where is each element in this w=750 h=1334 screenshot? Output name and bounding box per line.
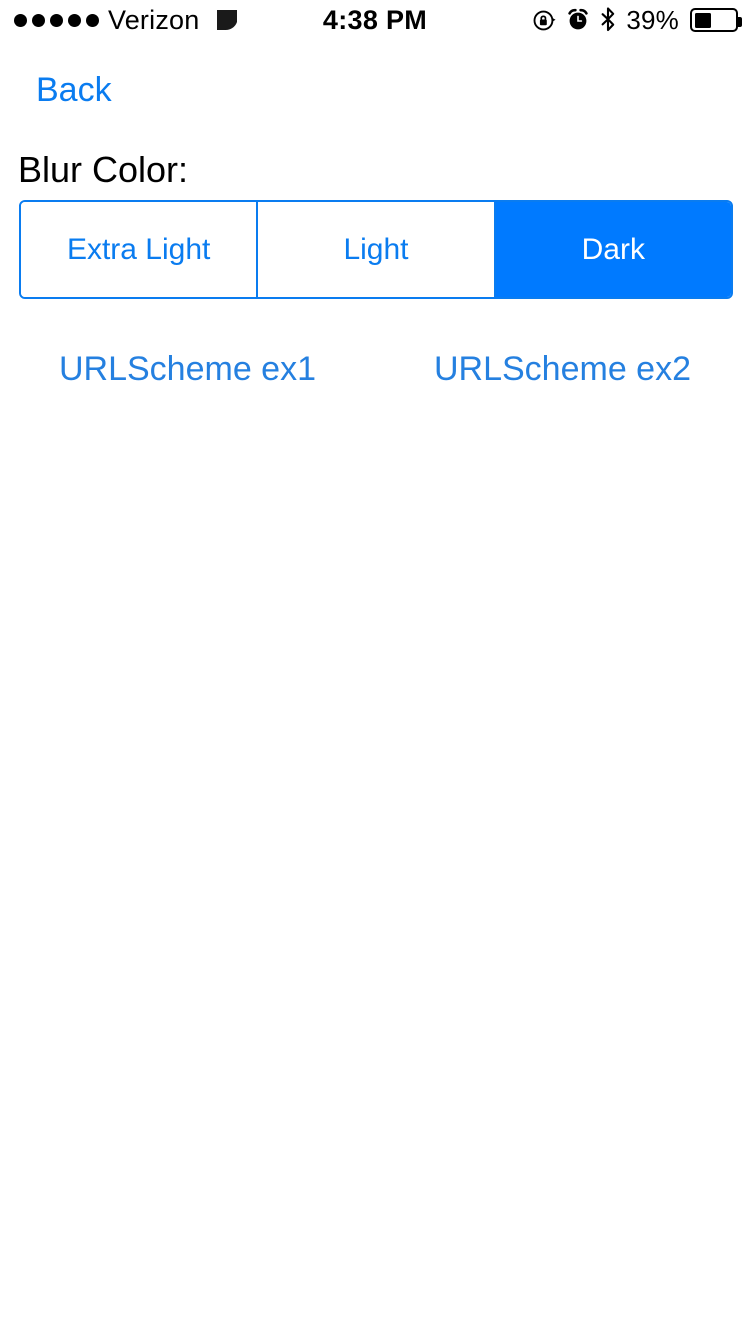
bluetooth-icon [601,7,615,32]
blur-color-segmented-control[interactable]: Extra Light Light Dark [19,200,733,299]
current-time: 4:38 PM [322,4,428,35]
segment-light[interactable]: Light [258,202,496,297]
back-button[interactable]: Back [36,68,112,112]
alarm-clock-icon [568,8,589,30]
rotation-lock-icon [533,10,556,30]
segment-extra-light[interactable]: Extra Light [21,202,259,297]
segment-dark[interactable]: Dark [495,202,731,297]
status-bar: Verizon 4:38 PM 39% [0,0,750,40]
urlscheme-ex1-button[interactable]: URLScheme ex1 [0,348,375,391]
urlscheme-ex2-button[interactable]: URLScheme ex2 [375,348,750,391]
battery-icon [690,8,742,32]
battery-percentage-label: 39% [626,4,679,35]
status-bar-right: 39% [532,4,742,36]
blur-color-label: Blur Color: [18,149,189,190]
url-scheme-links: URLScheme ex1 URLScheme ex2 [0,348,750,391]
